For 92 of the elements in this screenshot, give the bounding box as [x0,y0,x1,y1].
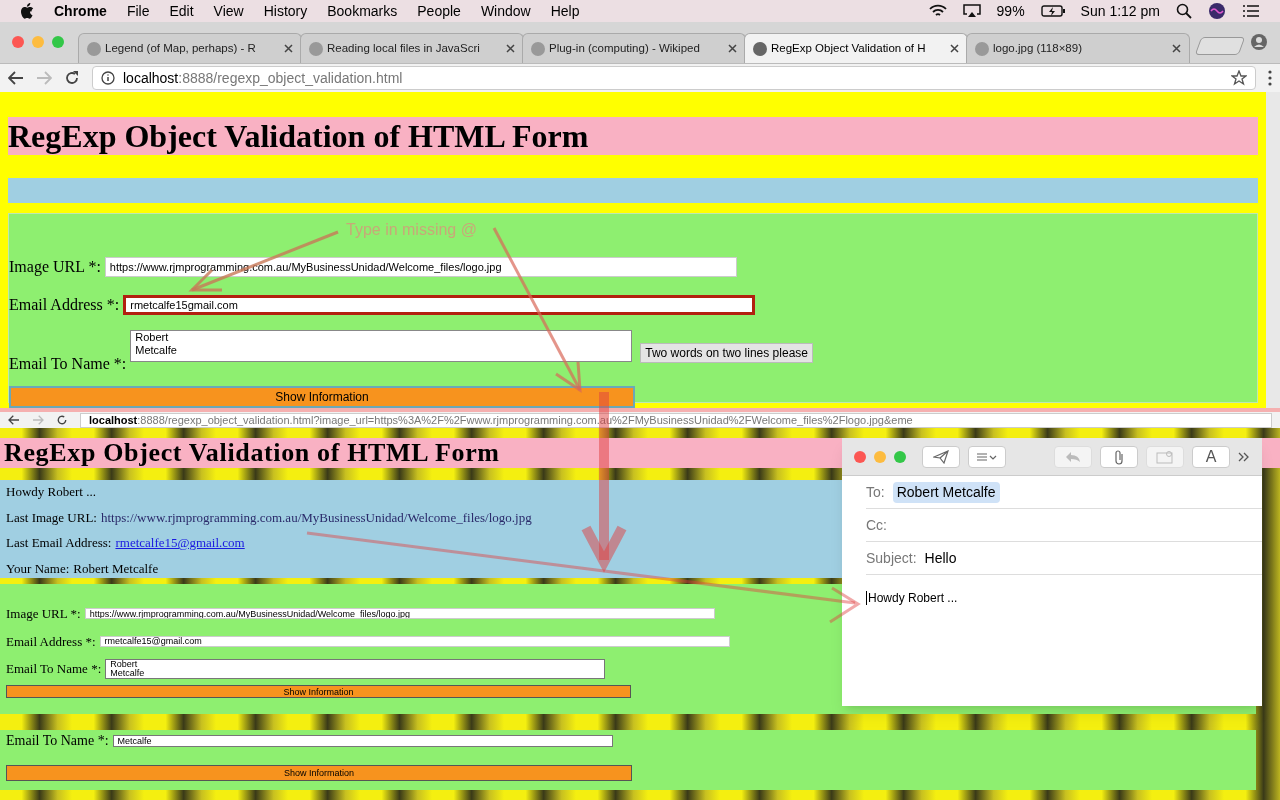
field-label: Email To Name *: [6,660,102,679]
wifi-icon[interactable] [928,4,947,18]
menu-item[interactable]: File [126,0,150,22]
reload-icon[interactable] [64,70,80,86]
name-field[interactable]: Robert Metcalfe [130,330,633,362]
close-icon[interactable] [284,44,293,53]
list-caret-icon [976,451,998,462]
search-icon[interactable] [1176,3,1192,19]
tab-title: Plug-in (computing) - Wikiped [549,40,700,56]
photo-icon [1156,449,1174,464]
favicon-icon [309,41,323,56]
reload-icon[interactable] [56,414,68,426]
image-url-field[interactable]: https://www.rjmprogramming.com.au/MyBusinessUnidad/Welcome_files/logo.jpg [104,257,737,277]
field-label: Email To Name *: [9,354,127,374]
menu-item[interactable]: History [263,0,308,22]
hint-tooltip: Two words on two lines please [640,343,813,363]
name-field[interactable]: Metcalfe [112,734,613,747]
app-menu[interactable]: Chrome [54,0,107,22]
bookmark-star-icon[interactable] [1231,70,1247,86]
email-field[interactable]: rmetcalfe15gmail.com [123,295,756,315]
email-field[interactable]: rmetcalfe15@gmail.com [99,635,730,647]
reply-arrow-icon [1065,450,1081,463]
name-field[interactable]: Robert Metcalfe [105,659,606,679]
address-field[interactable]: localhost:8888/regexp_object_validation.html [92,66,1256,90]
menu-bar-clock[interactable]: Sun 1:12 pm [1080,0,1160,22]
menu-item[interactable]: Window [480,0,531,22]
favicon-icon [753,41,767,56]
info-label: Last Email Address: [6,534,112,552]
tab-title: Reading local files in JavaScri [327,40,480,56]
subject-text: Hello [924,548,957,568]
field-label: Image URL *: [9,257,101,278]
close-icon[interactable] [728,44,737,53]
info-value: https://www.rjmprogramming.com.au/MyBusinessUnidad/Welcome_files/logo.jpg [101,508,532,527]
tab-title: Legend (of Map, perhaps) - R [105,40,256,56]
close-icon[interactable] [1172,44,1181,53]
attach-button[interactable] [1100,445,1138,468]
field-label: Email Address *: [6,632,96,651]
info-label: Your Name: [6,559,70,578]
back-arrow-icon[interactable] [8,71,24,85]
image-url-field[interactable]: https://www.rjmprogramming.com.au/MyBusinessUnidad/Welcome_files/logo.jpg [84,608,715,620]
browser-tab[interactable]: RegExp Object Validation of H [744,33,968,63]
menu-item[interactable]: View [213,0,244,22]
apple-logo-icon[interactable] [20,3,34,19]
close-icon[interactable] [506,44,515,53]
browser-tab[interactable]: logo.jpg (118×89) [966,33,1190,63]
menu-item[interactable]: People [417,0,461,22]
header-fields-button[interactable] [968,445,1006,468]
favicon-icon [87,41,101,56]
double-chevron-icon[interactable] [1238,451,1250,462]
email-link[interactable]: rmetcalfe15@gmail.com [115,533,245,553]
field-label: Image URL *: [6,605,81,623]
show-information-button[interactable]: Show Information [6,765,632,781]
browser-tab[interactable]: Reading local files in JavaScri [300,33,524,63]
paperclip-icon [1113,448,1125,465]
paper-plane-icon [933,449,949,464]
menu-item[interactable]: Edit [169,0,194,22]
airplay-icon[interactable] [962,4,981,18]
menu-item[interactable]: Help [550,0,580,22]
greeting-text: Howdy Robert ... [6,483,96,501]
cc-label: Cc: [866,515,887,535]
favicon-icon [531,41,545,56]
message-body-text[interactable]: Howdy Robert ... [866,591,958,605]
info-icon [101,71,115,85]
back-arrow-icon[interactable] [8,415,20,425]
profile-icon[interactable] [1250,33,1268,51]
to-label: To: [866,482,885,502]
tab-title: RegExp Object Validation of H [771,40,926,56]
field-label: Email To Name *: [6,732,109,750]
battery-icon[interactable] [1040,5,1065,17]
show-information-button[interactable]: Show Information [9,386,635,408]
show-information-button[interactable]: Show Information [6,685,631,698]
info-value: Robert Metcalfe [73,559,159,578]
font-button[interactable]: A [1192,445,1230,468]
close-window-button[interactable] [854,450,866,463]
page-heading: RegExp Object Validation of HTML Form [8,117,1258,155]
info-label: Last Image URL: [6,508,97,527]
url-text: localhost:8888/regexp_object_validation.html [123,68,403,88]
subject-label: Subject: [866,548,917,568]
battery-percentage: 99% [996,1,1025,21]
recipient-token[interactable]: Robert Metcalfe [892,481,1000,503]
siri-icon[interactable] [1208,2,1226,20]
send-button[interactable] [922,445,960,468]
annotation-text: Type in missing @ [346,220,477,240]
browser-tab[interactable]: Legend (of Map, perhaps) - R [78,33,302,63]
close-icon[interactable] [950,44,959,53]
menu-item[interactable]: Bookmarks [327,0,398,22]
favicon-icon [975,41,989,56]
list-icon[interactable] [1242,4,1260,18]
tab-title: logo.jpg (118×89) [993,40,1082,56]
menu-icon[interactable] [1268,70,1272,86]
field-label: Email Address *: [9,295,120,315]
browser-tab[interactable]: Plug-in (computing) - Wikiped [522,33,746,63]
